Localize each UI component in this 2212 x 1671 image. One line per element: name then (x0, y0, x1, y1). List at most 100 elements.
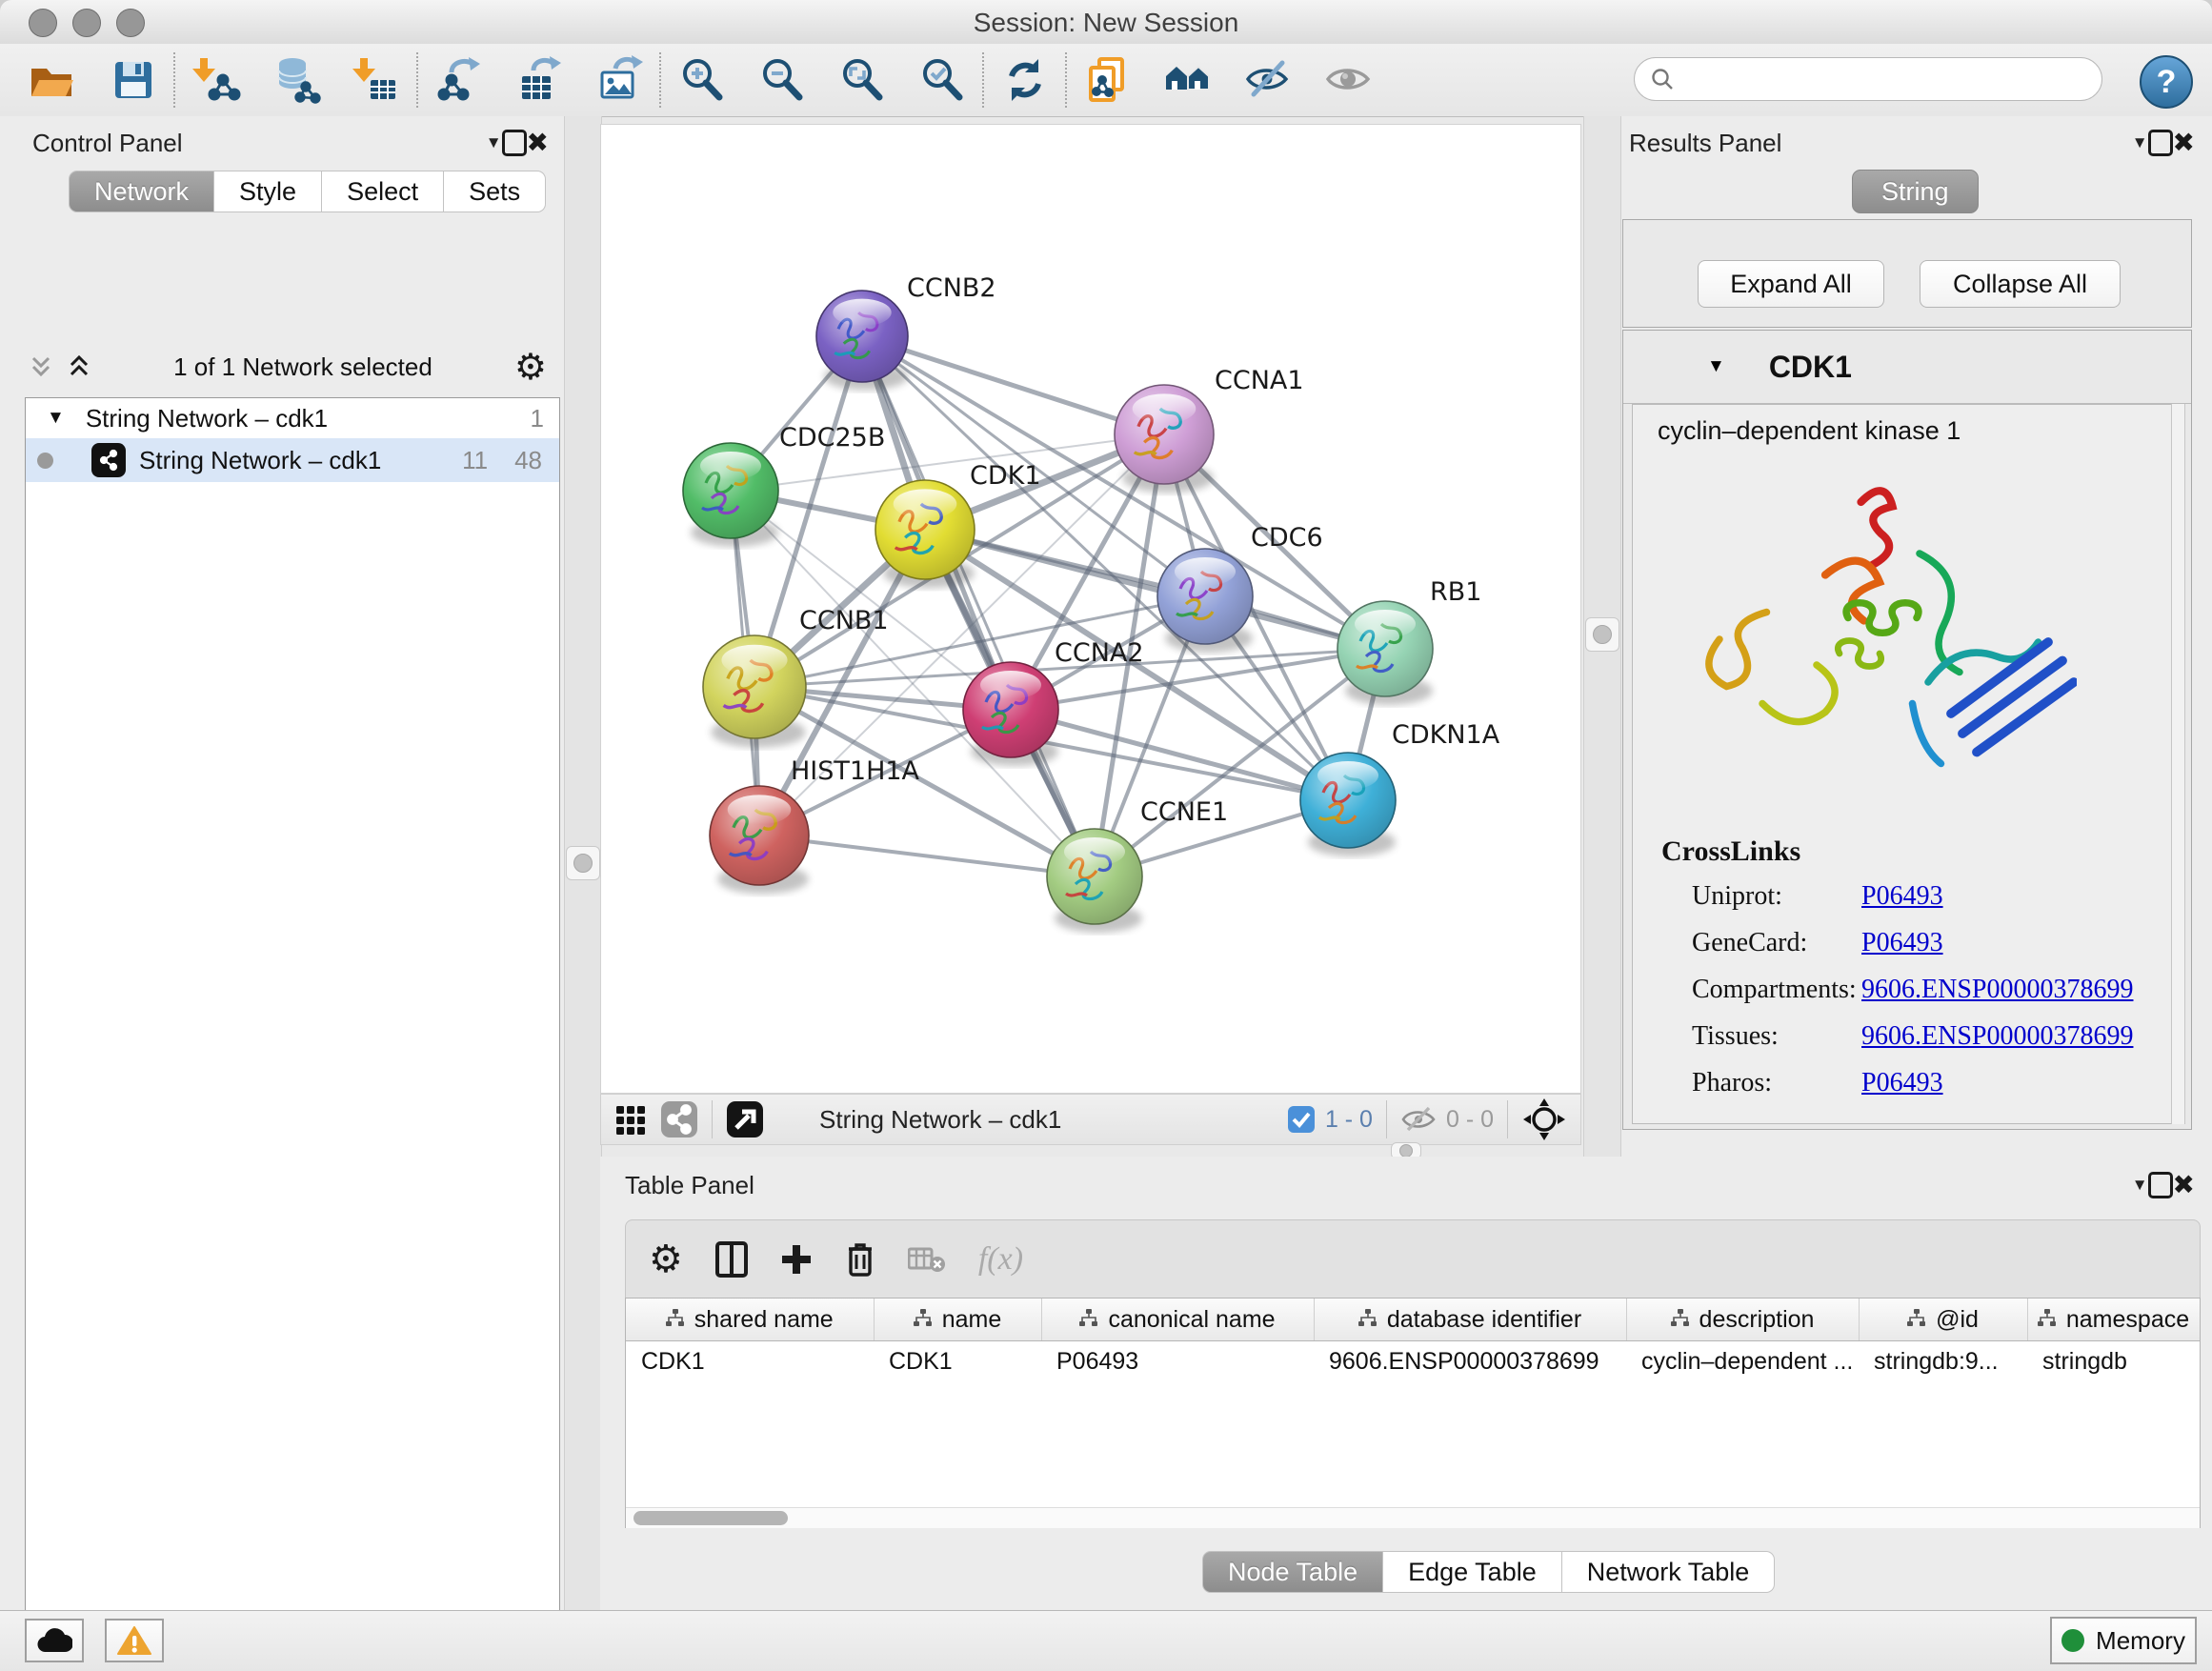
detach-view-icon[interactable] (726, 1100, 764, 1138)
table-header-database-identifier[interactable]: database identifier (1314, 1299, 1626, 1341)
export-table-button[interactable] (513, 53, 566, 107)
import-network-file-button[interactable] (190, 53, 243, 107)
open-session-button[interactable] (25, 53, 78, 107)
table-cell[interactable]: CDK1 (874, 1341, 1041, 1382)
apply-layout-button[interactable] (998, 53, 1052, 107)
tab-string[interactable]: String (1852, 170, 1979, 213)
network-node[interactable]: CCNB1 (703, 606, 889, 748)
collapse-all-button[interactable]: Collapse All (1920, 260, 2121, 308)
column-tree-icon (666, 1306, 685, 1334)
grid-view-icon[interactable] (614, 1102, 649, 1137)
birds-eye-toggle-icon[interactable] (1521, 1097, 1567, 1142)
export-network-button[interactable] (432, 53, 486, 107)
show-columns-icon[interactable] (715, 1241, 748, 1278)
first-neighbors-button[interactable] (1161, 53, 1215, 107)
expand-all-chevron-icon[interactable] (67, 354, 91, 379)
cloud-status-button[interactable] (25, 1619, 84, 1662)
network-row-selected[interactable]: String Network – cdk1 11 48 (26, 438, 559, 482)
control-panel-float-icon[interactable] (502, 130, 527, 156)
table-header-name[interactable]: name (874, 1299, 1041, 1341)
network-node[interactable]: CCNE1 (1047, 797, 1228, 933)
search-field[interactable] (1634, 57, 2102, 101)
table-header--id[interactable]: @id (1859, 1299, 2027, 1341)
show-all-button[interactable] (1321, 53, 1375, 107)
tab-node-table[interactable]: Node Table (1202, 1551, 1383, 1593)
memory-label: Memory (2096, 1626, 2185, 1656)
table-panel-collapse-icon[interactable]: ▼ (2132, 1176, 2148, 1195)
hide-selected-button[interactable] (1241, 53, 1295, 107)
help-button[interactable]: ? (2140, 55, 2193, 109)
results-panel-float-icon[interactable] (2148, 130, 2173, 156)
zoom-in-button[interactable] (675, 53, 729, 107)
left-splitter[interactable] (564, 116, 602, 1610)
node-table[interactable]: shared namenamecanonical namedatabase id… (625, 1298, 2201, 1528)
tab-select[interactable]: Select (322, 171, 444, 212)
network-node[interactable]: RB1 (1337, 577, 1481, 705)
network-canvas[interactable]: CCNB2CCNA1CDC25BCDK1CDC6RB1CCNB1CCNA2CDK… (601, 125, 1580, 1093)
crosslink-link[interactable]: P06493 (1861, 928, 1943, 958)
table-cell[interactable]: 9606.ENSP00000378699 (1314, 1341, 1626, 1382)
table-cell[interactable]: CDK1 (626, 1341, 874, 1382)
crosslink-link[interactable]: P06493 (1861, 1068, 1943, 1098)
tab-network[interactable]: Network (69, 171, 214, 212)
expand-all-button[interactable]: Expand All (1698, 260, 1884, 308)
tab-style[interactable]: Style (214, 171, 322, 212)
search-input[interactable] (1675, 65, 2079, 93)
hidden-eye-icon[interactable] (1400, 1105, 1437, 1134)
zoom-fit-button[interactable] (835, 53, 889, 107)
network-node[interactable]: CDKN1A (1300, 720, 1500, 856)
network-node[interactable]: CCNA1 (1115, 366, 1304, 493)
export-image-button[interactable] (593, 53, 646, 107)
control-panel-close-icon[interactable]: ✖ (527, 130, 549, 156)
left-splitter-handle[interactable] (566, 846, 600, 880)
collapse-all-chevron-icon[interactable] (29, 354, 53, 379)
node-label: HIST1H1A (791, 756, 920, 786)
control-panel-collapse-icon[interactable]: ▼ (486, 133, 502, 152)
tree-expander-icon[interactable]: ▼ (47, 408, 65, 429)
table-cell[interactable]: stringdb (2027, 1341, 2200, 1382)
table-header-description[interactable]: description (1626, 1299, 1859, 1341)
table-horizontal-scrollbar[interactable] (626, 1507, 2200, 1528)
table-settings-gear-icon[interactable]: ⚙ (649, 1238, 683, 1281)
crosslink-link[interactable]: 9606.ENSP00000378699 (1861, 975, 2133, 1005)
right-splitter-handle[interactable] (1585, 617, 1619, 652)
crosslink-row: Tissues:9606.ENSP00000378699 (1692, 1021, 2182, 1052)
network-collection-row[interactable]: ▼ String Network – cdk1 1 (26, 398, 559, 438)
gear-icon[interactable]: ⚙ (514, 346, 547, 389)
warnings-button[interactable] (105, 1619, 164, 1662)
table-panel-close-icon[interactable]: ✖ (2173, 1172, 2195, 1198)
memory-button[interactable]: Memory (2050, 1617, 2197, 1664)
network-node[interactable]: HIST1H1A (710, 756, 920, 894)
table-cell[interactable]: stringdb:9... (1859, 1341, 2027, 1382)
table-cell[interactable]: P06493 (1041, 1341, 1314, 1382)
import-network-database-button[interactable] (270, 53, 323, 107)
table-cell[interactable]: cyclin–dependent ... (1626, 1341, 1859, 1382)
tab-network-table[interactable]: Network Table (1562, 1551, 1776, 1593)
zoom-selected-button[interactable] (915, 53, 969, 107)
network-view-mode-icon[interactable] (660, 1100, 698, 1138)
results-panel-collapse-icon[interactable]: ▼ (2132, 133, 2148, 152)
protein-expander-icon[interactable]: ▼ (1707, 356, 1725, 377)
import-table-button[interactable] (350, 53, 403, 107)
new-network-from-selection-button[interactable] (1081, 53, 1135, 107)
network-view[interactable]: CCNB2CCNA1CDC25BCDK1CDC6RB1CCNB1CCNA2CDK… (600, 124, 1581, 1094)
table-row[interactable]: CDK1CDK1P064939606.ENSP00000378699cyclin… (626, 1341, 2200, 1382)
add-column-icon[interactable] (780, 1243, 813, 1276)
results-scrollbar[interactable] (2171, 404, 2185, 1124)
table-header-shared-name[interactable]: shared name (626, 1299, 874, 1341)
selected-checkbox-icon[interactable] (1287, 1105, 1316, 1134)
network-node[interactable]: CDC25B (683, 423, 885, 547)
tab-sets[interactable]: Sets (444, 171, 546, 212)
scrollbar-thumb[interactable] (633, 1511, 788, 1525)
delete-column-trash-icon[interactable] (845, 1241, 875, 1278)
crosslink-link[interactable]: 9606.ENSP00000378699 (1861, 1021, 2133, 1052)
table-panel-float-icon[interactable] (2148, 1172, 2173, 1198)
results-panel-close-icon[interactable]: ✖ (2173, 130, 2195, 156)
table-header-namespace[interactable]: namespace (2027, 1299, 2200, 1341)
save-session-button[interactable] (107, 53, 160, 107)
network-node[interactable]: CDC6 (1157, 523, 1323, 653)
zoom-out-button[interactable] (755, 53, 809, 107)
tab-edge-table[interactable]: Edge Table (1383, 1551, 1562, 1593)
table-header-canonical-name[interactable]: canonical name (1041, 1299, 1314, 1341)
crosslink-link[interactable]: P06493 (1861, 881, 1943, 912)
